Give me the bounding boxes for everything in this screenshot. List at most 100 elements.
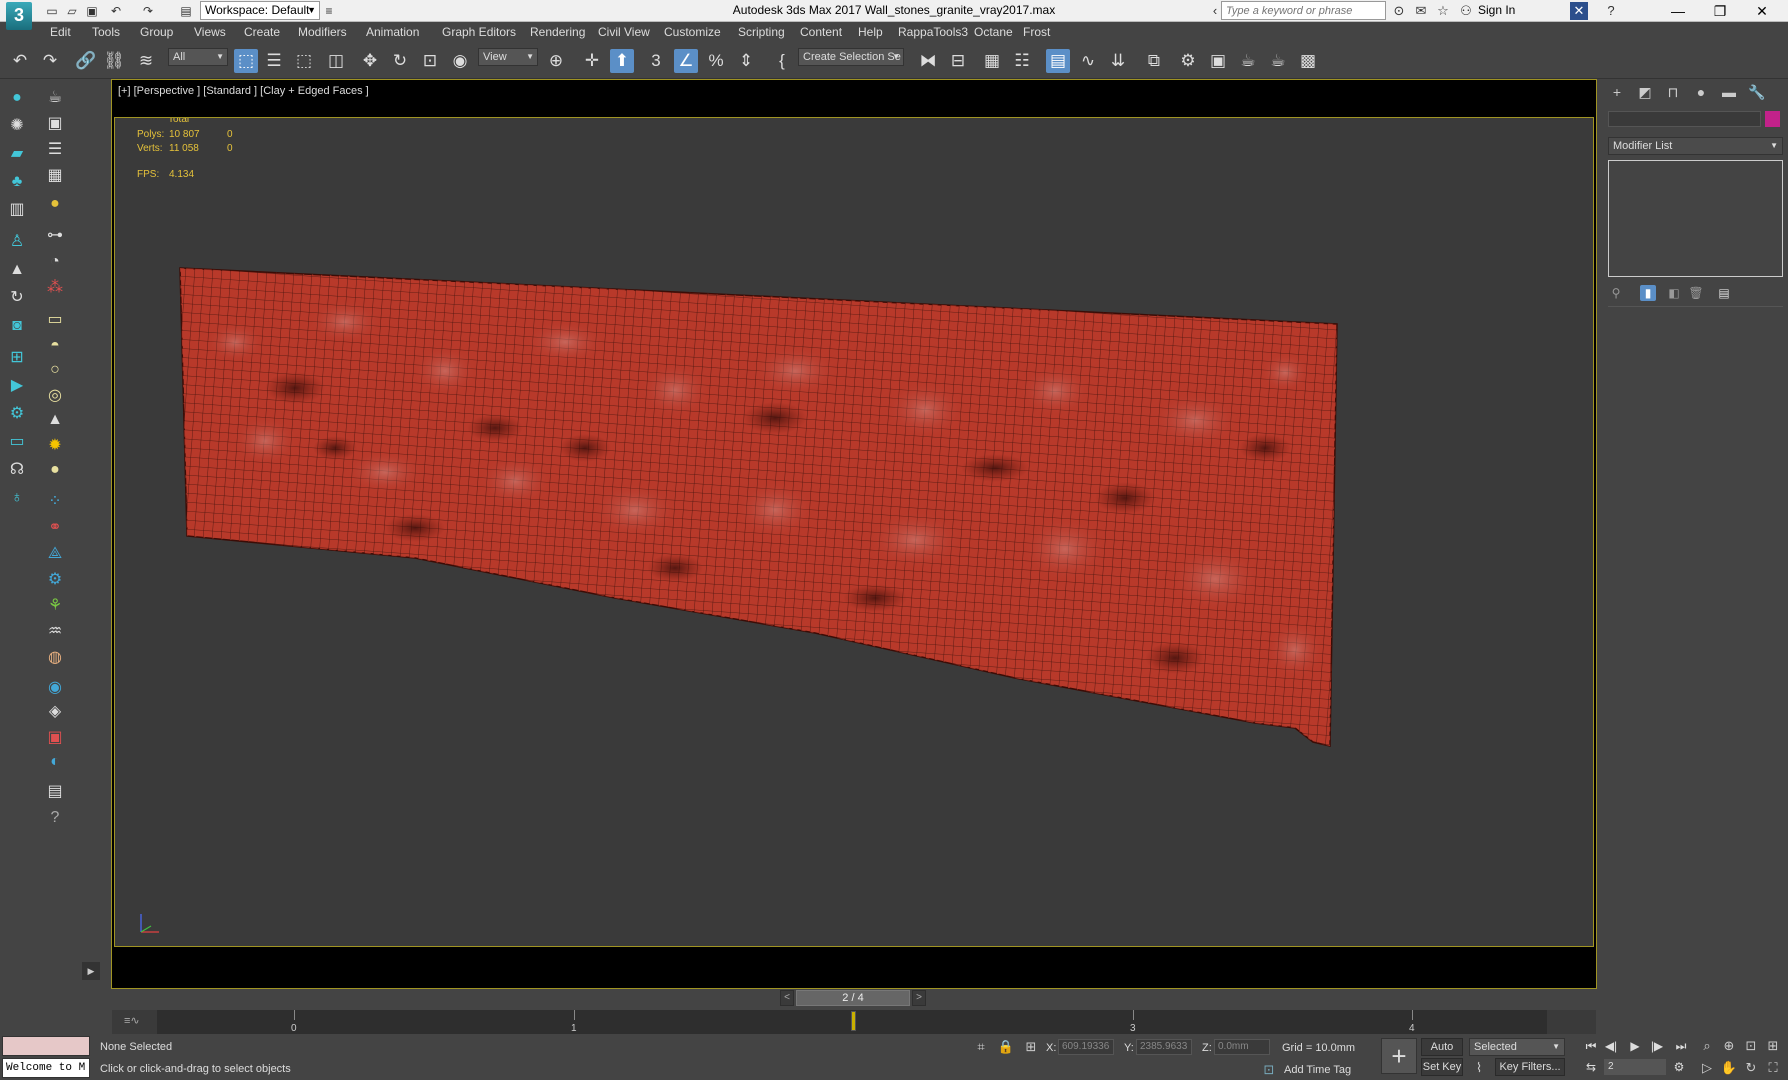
maxscript-output-field[interactable] xyxy=(2,1036,90,1056)
spinner-snap-icon[interactable]: ⇕ xyxy=(734,49,758,73)
make-unique-icon[interactable]: ◧ xyxy=(1666,285,1682,301)
absolute-mode-icon[interactable]: ⊞ xyxy=(1022,1038,1040,1056)
render-setup-icon[interactable]: ▣ xyxy=(1206,49,1230,73)
current-frame-field[interactable]: 2 xyxy=(1604,1059,1666,1075)
bulb-icon[interactable]: ♁ xyxy=(6,487,28,509)
field-of-view-icon[interactable]: ▷ xyxy=(1698,1059,1716,1077)
percent-snap-icon[interactable]: % xyxy=(704,49,728,73)
orbit-icon[interactable]: ↻ xyxy=(1742,1059,1760,1077)
grass-icon[interactable]: ⚘ xyxy=(44,595,66,617)
hierarchy-tab-icon[interactable]: ⊓ xyxy=(1664,83,1682,101)
torus-icon[interactable]: ◎ xyxy=(44,385,66,407)
menu-tools[interactable]: Tools xyxy=(92,25,120,39)
menu-group[interactable]: Group xyxy=(140,25,173,39)
scene-explorer-icon[interactable]: ▦ xyxy=(980,49,1004,73)
play-icon[interactable]: ▶ xyxy=(1626,1037,1644,1055)
motion-tab-icon[interactable]: ● xyxy=(1692,83,1710,101)
menu-frost[interactable]: Frost xyxy=(1023,25,1050,39)
select-object-icon[interactable]: ⬚ xyxy=(234,49,258,73)
time-cursor[interactable] xyxy=(851,1011,856,1031)
minimize-button[interactable]: — xyxy=(1658,0,1698,22)
gear-cluster-icon[interactable]: ⚙ xyxy=(6,403,28,425)
zoom-all-icon[interactable]: ⊕ xyxy=(1720,1037,1738,1055)
project-folder-icon[interactable]: ▤ xyxy=(178,3,194,19)
material-icon[interactable]: ◈ xyxy=(44,701,66,723)
tree-icon[interactable]: ♣ xyxy=(6,171,28,193)
sphere-icon[interactable]: ○ xyxy=(44,359,66,381)
teapot-icon[interactable]: ☕ xyxy=(44,87,66,109)
previous-frame-icon[interactable]: ◀| xyxy=(1602,1037,1620,1055)
angle-snap-icon[interactable]: ∠ xyxy=(674,49,698,73)
unlink-selection-icon[interactable]: ⛓ xyxy=(102,49,126,73)
select-and-link-icon[interactable]: 🔗 xyxy=(74,49,98,73)
camera-icon[interactable]: ▰ xyxy=(6,143,28,165)
snaps-toggle-icon[interactable]: 3 xyxy=(644,49,668,73)
lightbulb-icon[interactable]: ● xyxy=(6,87,28,109)
isolate-selection-icon[interactable]: ⌗ xyxy=(972,1038,990,1056)
maximize-viewport-icon[interactable]: ⛶ xyxy=(1764,1059,1782,1077)
render-production-icon[interactable]: ☕ xyxy=(1236,49,1260,73)
auto-key-button[interactable]: Auto Key xyxy=(1421,1038,1463,1069)
grid-plane-icon[interactable]: ⊞ xyxy=(6,347,28,369)
set-keys-button[interactable]: + xyxy=(1381,1038,1417,1074)
object-name-field[interactable] xyxy=(1608,111,1761,127)
menu-graph-editors[interactable]: Graph Editors xyxy=(442,25,516,39)
curve-editor-icon[interactable]: ∿ xyxy=(1076,49,1100,73)
open-file-icon[interactable]: ▱ xyxy=(64,3,80,19)
go-to-start-icon[interactable]: ⏮ xyxy=(1582,1037,1600,1055)
material-editor-icon[interactable]: ⚙ xyxy=(1176,49,1200,73)
toggle-icon[interactable]: ◐ xyxy=(44,751,66,773)
display-tab-icon[interactable]: ▬ xyxy=(1720,83,1738,101)
help-search-input[interactable] xyxy=(1221,1,1386,20)
align-icon[interactable]: ⊟ xyxy=(946,49,970,73)
set-key-button[interactable]: Set Key xyxy=(1421,1058,1463,1076)
menu-customize[interactable]: Customize xyxy=(664,25,721,39)
time-tag-icon[interactable]: ⊡ xyxy=(1260,1061,1278,1079)
sun-light-icon[interactable]: ✹ xyxy=(44,435,66,457)
rectangular-selection-icon[interactable]: ⬚ xyxy=(292,49,316,73)
maxscript-input-field[interactable]: Welcome to M xyxy=(2,1058,90,1078)
toggle-ribbon-icon[interactable]: ▤ xyxy=(1046,49,1070,73)
save-file-icon[interactable]: ▣ xyxy=(84,3,100,19)
viewport-label-menu[interactable]: [+] [Perspective ] [Standard ] [Clay + E… xyxy=(118,85,369,97)
keyboard-shortcut-override-icon[interactable]: ⬆ xyxy=(610,49,634,73)
close-window-button[interactable]: ✕ xyxy=(1742,0,1782,22)
wall-stones-mesh[interactable] xyxy=(115,118,1594,947)
bind-to-space-warp-icon[interactable]: ≋ xyxy=(134,49,158,73)
track-bar-timeline[interactable]: 0 1 3 4 xyxy=(157,1010,1547,1034)
help-circle-icon[interactable]: ? xyxy=(44,807,66,829)
modifier-list-dropdown[interactable]: Modifier List ▼ xyxy=(1608,137,1783,155)
z-coord-field[interactable]: 0.0mm xyxy=(1214,1039,1270,1055)
zoom-icon[interactable]: ⌕ xyxy=(1698,1037,1716,1055)
rendered-frame-window-icon[interactable]: ▩ xyxy=(1296,49,1320,73)
dope-sheet-icon[interactable]: ⇊ xyxy=(1106,49,1130,73)
help-icon[interactable]: ? xyxy=(1602,2,1620,20)
disc-icon[interactable]: ● xyxy=(44,459,66,481)
sign-in-link[interactable]: Sign In xyxy=(1478,3,1515,17)
named-selection-dropdown[interactable]: Create Selection Se ▼ xyxy=(798,48,904,66)
viewport-expand-toggle[interactable]: ▶ xyxy=(82,962,100,980)
texture-icon[interactable]: ◍ xyxy=(44,647,66,669)
selection-lock-icon[interactable]: 🔒 xyxy=(997,1038,1015,1056)
book-icon[interactable]: ▥ xyxy=(6,199,28,221)
binoculars-icon[interactable]: ⊙ xyxy=(1390,2,1408,20)
user-icon[interactable]: ⚇ xyxy=(1457,2,1475,20)
sliders-icon[interactable]: ⊶ xyxy=(44,225,66,247)
new-file-icon[interactable]: ▭ xyxy=(44,3,60,19)
render-iterative-icon[interactable]: ☕ xyxy=(1266,49,1290,73)
time-slider-value[interactable]: 2 / 4 xyxy=(796,990,910,1006)
modify-tab-icon[interactable]: ◩ xyxy=(1636,83,1654,101)
list-icon[interactable]: ☰ xyxy=(44,139,66,161)
remove-modifier-icon[interactable]: 🗑 xyxy=(1688,285,1704,301)
x-coord-field[interactable]: 609.19336 xyxy=(1058,1039,1114,1055)
add-time-tag-button[interactable]: Add Time Tag xyxy=(1284,1064,1351,1076)
menu-edit[interactable]: Edit xyxy=(50,25,71,39)
mirror-icon[interactable]: ⧓ xyxy=(916,49,940,73)
modifier-stack[interactable] xyxy=(1608,160,1783,277)
previous-frame-arrow[interactable]: < xyxy=(780,990,794,1006)
table-icon[interactable]: ▦ xyxy=(44,165,66,187)
timer-icon[interactable]: ◔ xyxy=(44,251,66,273)
schematic-view-icon[interactable]: ⧉ xyxy=(1142,49,1166,73)
show-end-result-icon[interactable]: ▮ xyxy=(1640,285,1656,301)
key-mode-toggle-icon[interactable]: ⇆ xyxy=(1582,1058,1600,1076)
